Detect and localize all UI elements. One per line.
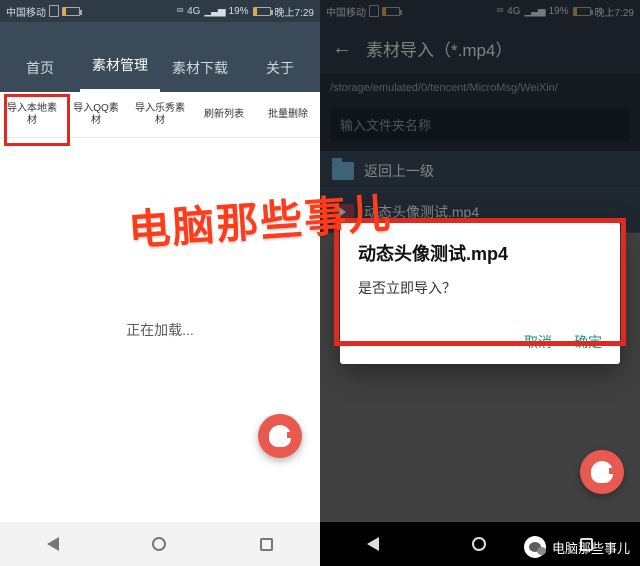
dialog-message: 是否立即导入？	[358, 278, 602, 298]
wifi-icon: ⮹	[176, 6, 183, 17]
subtab-import-local[interactable]: 导入本地素 材	[0, 92, 64, 137]
network-label: 4G	[187, 6, 200, 17]
nav-back-icon[interactable]	[47, 537, 59, 551]
fab-button[interactable]	[580, 450, 624, 494]
dialog-ok-button[interactable]: 确定	[574, 332, 602, 352]
subtab-import-qq[interactable]: 导入QQ素 材	[64, 92, 128, 137]
subtab-refresh[interactable]: 刷新列表	[192, 92, 256, 137]
brand-footer: 电脑那些事儿	[524, 536, 630, 558]
fab-logo-icon	[591, 461, 613, 483]
nav-home-icon[interactable]	[472, 537, 486, 551]
signal-icon: ▁▃▅	[204, 6, 224, 17]
wechat-icon	[524, 536, 546, 558]
status-bar: 中国移动 ⮹ 4G ▁▃▅ 19% 晚上7:29	[0, 0, 320, 22]
dialog-cancel-button[interactable]: 取消	[524, 332, 552, 352]
sim-icon	[49, 5, 59, 17]
right-screenshot: 中国移动 ⮹ 4G ▁▃▅ 19% 晚上7:29 ← 素材导入（*.mp4）	[320, 0, 640, 566]
left-screenshot: 中国移动 ⮹ 4G ▁▃▅ 19% 晚上7:29 首页 素材管理 素材下载 关于…	[0, 0, 320, 566]
system-nav-bar	[0, 522, 320, 566]
nav-home-icon[interactable]	[152, 537, 166, 551]
nav-back-icon[interactable]	[367, 537, 379, 551]
subtab-batch-delete[interactable]: 批量删除	[256, 92, 320, 137]
tab-home[interactable]: 首页	[0, 46, 80, 92]
nav-recent-icon[interactable]	[260, 538, 273, 551]
tab-material-manage[interactable]: 素材管理	[80, 43, 160, 92]
battery-icon	[253, 7, 271, 16]
carrier-label: 中国移动	[6, 4, 46, 19]
sub-tabs: 导入本地素 材 导入QQ素 材 导入乐秀素 材 刷新列表 批量删除	[0, 92, 320, 138]
import-dialog: 动态头像测试.mp4 是否立即导入？ 取消 确定	[340, 222, 620, 364]
loading-text: 正在加载...	[0, 320, 320, 340]
brand-label: 电脑那些事儿	[552, 538, 630, 557]
fab-button[interactable]	[258, 414, 302, 458]
dialog-title: 动态头像测试.mp4	[358, 240, 602, 266]
tab-about[interactable]: 关于	[240, 46, 320, 92]
subtab-import-lexiu[interactable]: 导入乐秀素 材	[128, 92, 192, 137]
tab-material-download[interactable]: 素材下载	[160, 46, 240, 92]
clock-label: 晚上7:29	[275, 4, 314, 19]
battery-icon-small	[62, 7, 80, 16]
top-tabs: 首页 素材管理 素材下载 关于	[0, 22, 320, 92]
fab-logo-icon	[269, 425, 291, 447]
battery-pct: 19%	[229, 6, 249, 17]
